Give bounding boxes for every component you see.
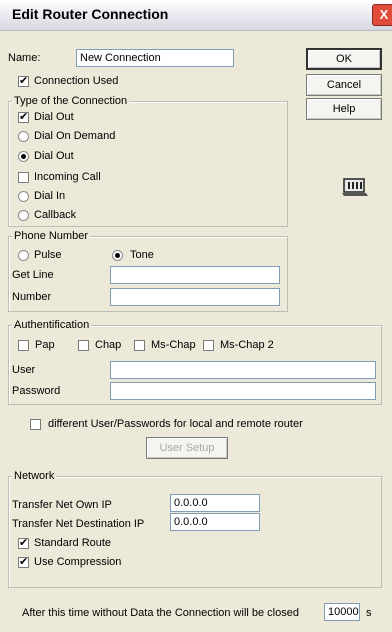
help-button[interactable]: Help [306, 98, 382, 120]
number-input[interactable] [110, 288, 280, 306]
pap-checkbox[interactable] [18, 340, 29, 351]
user-label: User [12, 364, 36, 376]
close-button[interactable]: X [372, 4, 392, 26]
name-input[interactable]: New Connection [76, 49, 234, 67]
ms-chap-label: Ms-Chap [151, 339, 196, 351]
network-group [8, 476, 382, 588]
network-title: Network [12, 470, 57, 482]
tone-label: Tone [130, 249, 154, 261]
incoming-call-checkbox[interactable] [18, 172, 29, 183]
dial-in-label: Dial In [34, 190, 66, 202]
use-compression-checkbox[interactable] [18, 555, 29, 569]
name-value: New Connection [80, 52, 161, 64]
different-users-label: different User/Passwords for local and r… [48, 418, 303, 430]
timeout-unit: s [366, 607, 372, 619]
ok-button[interactable]: OK [306, 48, 382, 70]
connection-type-title: Type of the Connection [12, 95, 130, 107]
dest-ip-input[interactable]: 0.0.0.0 [170, 513, 260, 531]
cancel-button[interactable]: Cancel [306, 74, 382, 96]
standard-route-checkbox[interactable] [18, 536, 29, 550]
window-title: Edit Router Connection [12, 6, 169, 22]
incoming-call-label: Incoming Call [34, 171, 101, 183]
dial-on-demand-label: Dial On Demand [34, 130, 116, 142]
number-label: Number [12, 291, 52, 303]
dest-ip-label: Transfer Net Destination IP [12, 518, 145, 530]
close-icon: X [379, 7, 389, 22]
ms-chap-2-checkbox[interactable] [203, 340, 214, 351]
chap-checkbox[interactable] [78, 340, 89, 351]
connection-used-label: Connection Used [34, 75, 119, 87]
callback-label: Callback [34, 209, 77, 221]
get-line-input[interactable] [110, 266, 280, 284]
use-compression-label: Use Compression [34, 556, 122, 568]
own-ip-label: Transfer Net Own IP [12, 499, 112, 511]
timeout-input[interactable]: 10000 [324, 603, 360, 621]
own-ip-input[interactable]: 0.0.0.0 [170, 494, 260, 512]
dial-out-check-label: Dial Out [34, 111, 74, 123]
ms-chap-2-label: Ms-Chap 2 [220, 339, 274, 351]
dial-out-radio-label: Dial Out [34, 150, 74, 162]
ok-label: OK [336, 53, 352, 65]
edit-router-connection-dialog: Edit Router Connection X Name: New Conne… [0, 0, 392, 632]
pulse-label: Pulse [34, 249, 62, 261]
user-setup-label: User Setup [159, 442, 215, 454]
phone-number-title: Phone Number [12, 230, 90, 242]
cancel-label: Cancel [326, 79, 362, 91]
name-label: Name: [8, 52, 41, 64]
title-bar[interactable]: Edit Router Connection [0, 0, 392, 31]
connection-used-checkbox[interactable] [18, 74, 29, 88]
user-input[interactable] [110, 361, 376, 379]
get-line-label: Get Line [12, 269, 54, 281]
password-label: Password [12, 385, 61, 397]
ms-chap-checkbox[interactable] [134, 340, 145, 351]
tone-radio[interactable] [112, 250, 123, 261]
dial-in-radio[interactable] [18, 191, 29, 202]
timeout-value: 10000 [328, 606, 359, 618]
user-setup-button[interactable]: User Setup [146, 437, 228, 459]
callback-radio[interactable] [18, 210, 29, 221]
password-input[interactable] [110, 382, 376, 400]
timeout-label: After this time without Data the Connect… [22, 607, 299, 619]
dial-out-checkbox[interactable] [18, 110, 29, 124]
chap-label: Chap [95, 339, 122, 351]
own-ip-value: 0.0.0.0 [174, 497, 208, 509]
different-users-checkbox[interactable] [30, 419, 41, 430]
dest-ip-value: 0.0.0.0 [174, 516, 208, 528]
dial-on-demand-radio[interactable] [18, 131, 29, 142]
router-icon [342, 178, 368, 196]
pap-label: Pap [35, 339, 55, 351]
authentification-title: Authentification [12, 319, 92, 331]
standard-route-label: Standard Route [34, 537, 112, 549]
pulse-radio[interactable] [18, 250, 29, 261]
help-label: Help [332, 103, 356, 115]
dial-out-radio[interactable] [18, 151, 29, 162]
